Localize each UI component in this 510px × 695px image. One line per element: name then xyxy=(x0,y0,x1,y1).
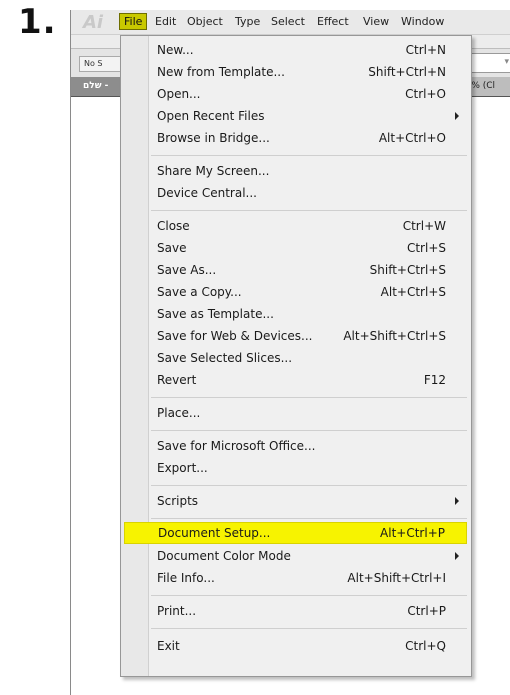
menu-item-shortcut: Alt+Ctrl+O xyxy=(378,131,446,145)
chevron-down-icon: ▾ xyxy=(504,57,509,67)
menu-item-save-as[interactable]: Save As... Shift+Ctrl+S xyxy=(124,260,467,280)
menu-item-shortcut: Alt+Shift+Ctrl+S xyxy=(343,329,446,343)
menu-item-shortcut: Ctrl+N xyxy=(405,43,446,57)
menu-item-label: Place... xyxy=(157,406,201,420)
menu-item-shortcut: Ctrl+O xyxy=(405,87,446,101)
menu-item-export[interactable]: Export... xyxy=(124,458,467,478)
menu-item-shortcut: Ctrl+P xyxy=(407,604,446,618)
menu-item-save-template[interactable]: Save as Template... xyxy=(124,304,467,324)
file-menu-dropdown: New... Ctrl+N New from Template... Shift… xyxy=(120,35,472,677)
menu-item-label: New... xyxy=(157,43,194,57)
menu-edit[interactable]: Edit xyxy=(155,15,176,28)
menu-separator xyxy=(151,155,467,156)
menu-item-label: Share My Screen... xyxy=(157,164,270,178)
menu-item-shortcut: Ctrl+S xyxy=(406,241,446,255)
menu-item-open[interactable]: Open... Ctrl+O xyxy=(124,84,467,104)
menu-bar: Ai File Edit Object Type Select Effect V… xyxy=(71,10,510,35)
menu-item-print[interactable]: Print... Ctrl+P xyxy=(124,601,467,621)
menu-item-file-info[interactable]: File Info... Alt+Shift+Ctrl+I xyxy=(124,568,467,588)
menu-select[interactable]: Select xyxy=(271,15,305,28)
menu-item-label: Document Setup... xyxy=(158,526,271,540)
menu-separator xyxy=(151,628,467,629)
menu-item-label: Print... xyxy=(157,604,197,618)
menu-separator xyxy=(151,397,467,398)
submenu-arrow-icon xyxy=(455,497,459,505)
menu-item-label: Exit xyxy=(157,639,180,653)
menu-window[interactable]: Window xyxy=(401,15,444,28)
menu-item-label: Save for Microsoft Office... xyxy=(157,439,316,453)
menu-object[interactable]: Object xyxy=(187,15,223,28)
menu-item-label: Document Color Mode xyxy=(157,549,291,563)
menu-item-new-from-template[interactable]: New from Template... Shift+Ctrl+N xyxy=(124,62,467,82)
menu-separator xyxy=(151,210,467,211)
menu-item-shortcut: Alt+Ctrl+S xyxy=(380,285,446,299)
menu-item-label: Close xyxy=(157,219,190,233)
menu-item-save[interactable]: Save Ctrl+S xyxy=(124,238,467,258)
submenu-arrow-icon xyxy=(455,112,459,120)
menu-item-label: Revert xyxy=(157,373,197,387)
menu-item-revert[interactable]: Revert F12 xyxy=(124,370,467,390)
menu-separator xyxy=(151,518,467,519)
menu-item-close[interactable]: Close Ctrl+W xyxy=(124,216,467,236)
menu-separator xyxy=(151,485,467,486)
menu-item-save-web[interactable]: Save for Web & Devices... Alt+Shift+Ctrl… xyxy=(124,326,467,346)
menu-file[interactable]: File xyxy=(119,13,148,30)
menu-item-device-central[interactable]: Device Central... xyxy=(124,183,467,203)
menu-type[interactable]: Type xyxy=(235,15,260,28)
submenu-arrow-icon xyxy=(455,552,459,560)
menu-item-save-copy[interactable]: Save a Copy... Alt+Ctrl+S xyxy=(124,282,467,302)
menu-item-label: Scripts xyxy=(157,494,199,508)
menu-item-document-color-mode[interactable]: Document Color Mode xyxy=(124,546,467,566)
menu-item-shortcut: F12 xyxy=(423,373,446,387)
menu-item-share-screen[interactable]: Share My Screen... xyxy=(124,161,467,181)
menu-item-scripts[interactable]: Scripts xyxy=(124,491,467,511)
menu-item-exit[interactable]: Exit Ctrl+Q xyxy=(124,636,467,656)
menu-item-new[interactable]: New... Ctrl+N xyxy=(124,40,467,60)
menu-separator xyxy=(151,430,467,431)
menu-item-label: New from Template... xyxy=(157,65,285,79)
menu-item-label: Device Central... xyxy=(157,186,257,200)
menu-item-label: Save a Copy... xyxy=(157,285,242,299)
menu-item-label: Save As... xyxy=(157,263,217,277)
menu-item-label: Save as Template... xyxy=(157,307,274,321)
menu-item-label: File Info... xyxy=(157,571,215,585)
menu-item-label: Export... xyxy=(157,461,208,475)
menu-item-browse-bridge[interactable]: Browse in Bridge... Alt+Ctrl+O xyxy=(124,128,467,148)
menu-item-shortcut: Shift+Ctrl+S xyxy=(369,263,446,277)
menu-item-open-recent[interactable]: Open Recent Files xyxy=(124,106,467,126)
menu-separator xyxy=(151,595,467,596)
menu-item-label: Save Selected Slices... xyxy=(157,351,293,365)
menu-item-shortcut: Alt+Ctrl+P xyxy=(380,526,445,540)
menu-item-label: Save xyxy=(157,241,187,255)
menu-item-label: Open... xyxy=(157,87,201,101)
menu-item-save-slices[interactable]: Save Selected Slices... xyxy=(124,348,467,368)
menu-item-shortcut: Ctrl+Q xyxy=(405,639,446,653)
step-number: 1. xyxy=(18,2,57,42)
menu-item-label: Save for Web & Devices... xyxy=(157,329,313,343)
menu-item-save-office[interactable]: Save for Microsoft Office... xyxy=(124,436,467,456)
menu-effect[interactable]: Effect xyxy=(317,15,349,28)
menu-item-shortcut: Shift+Ctrl+N xyxy=(368,65,446,79)
menu-item-shortcut: Alt+Shift+Ctrl+I xyxy=(347,571,446,585)
menu-view[interactable]: View xyxy=(363,15,389,28)
menu-item-document-setup[interactable]: Document Setup... Alt+Ctrl+P xyxy=(124,522,467,544)
app-logo: Ai xyxy=(83,12,104,33)
menu-item-place[interactable]: Place... xyxy=(124,403,467,423)
menu-item-label: Browse in Bridge... xyxy=(157,131,270,145)
menu-item-label: Open Recent Files xyxy=(157,109,265,123)
menu-item-shortcut: Ctrl+W xyxy=(402,219,446,233)
